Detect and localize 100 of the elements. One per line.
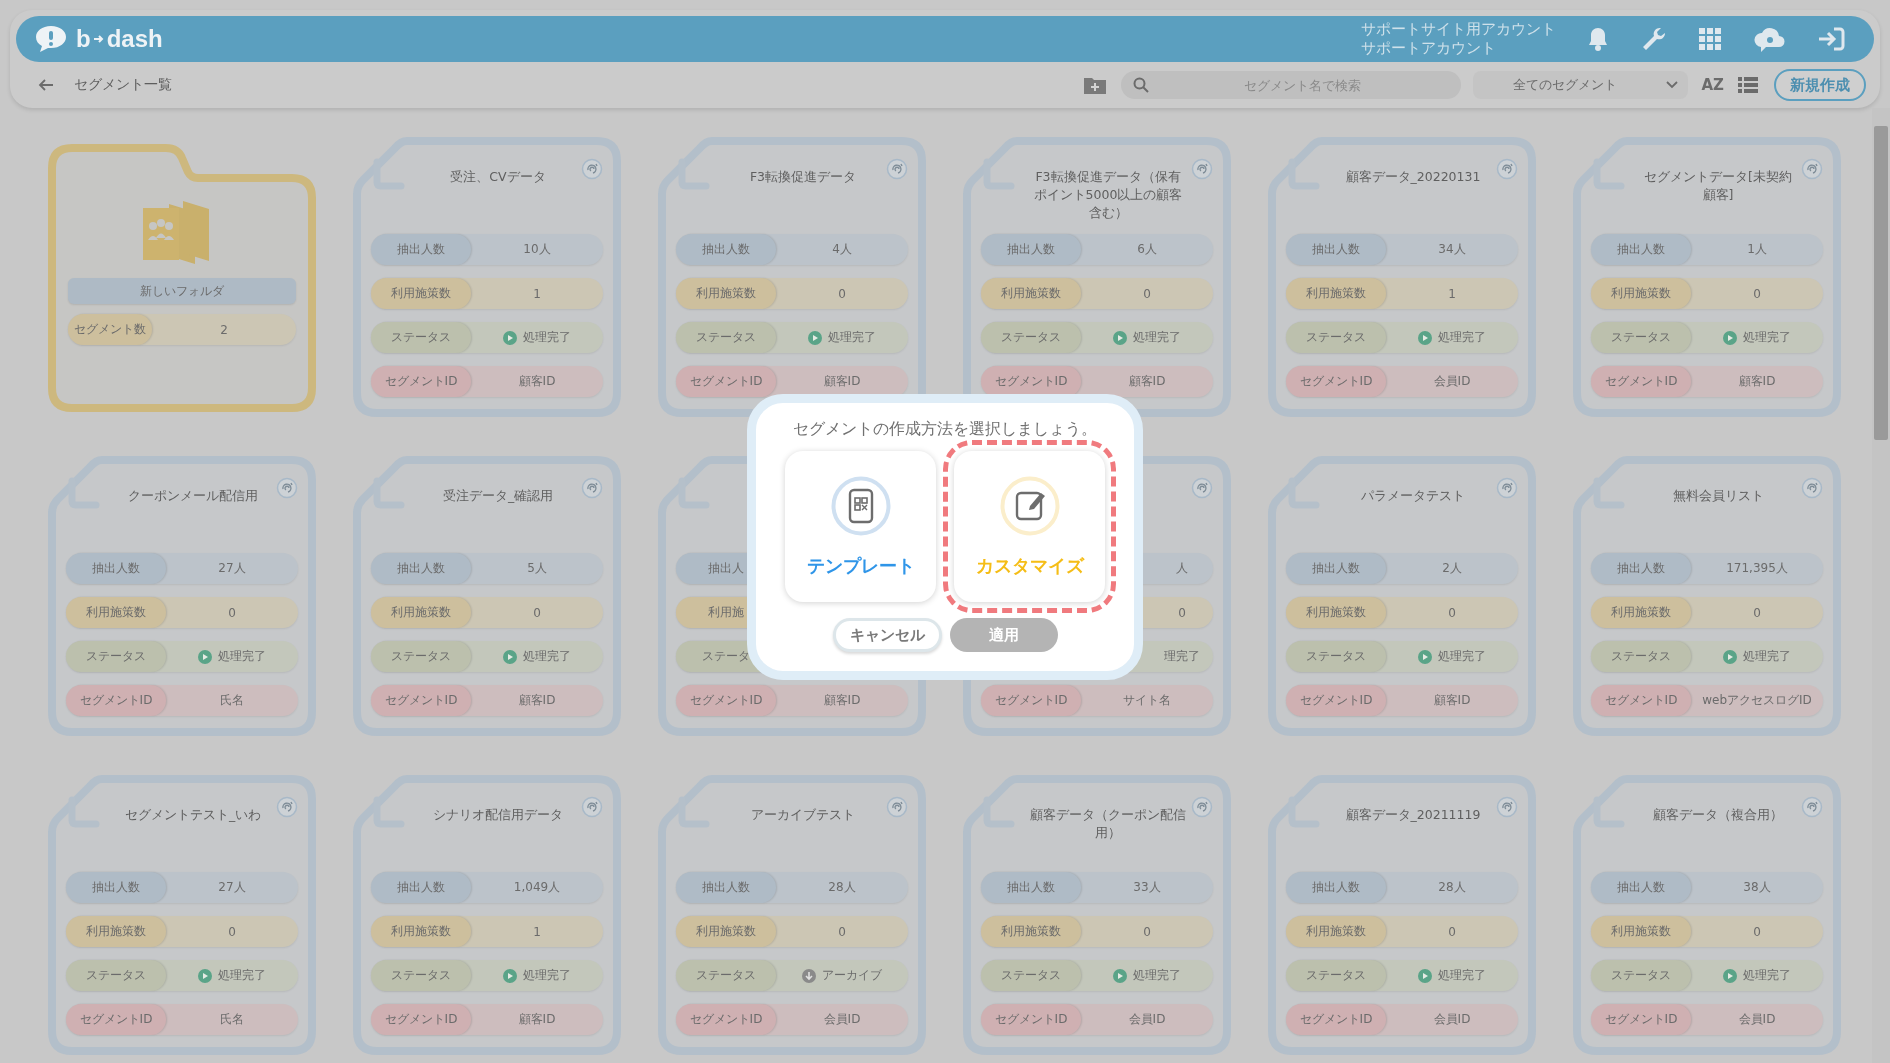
field-value: 顧客ID: [823, 373, 861, 390]
segment-card[interactable]: シナリオ配信用データ 抽出人数 1,049人 利用施策数 1 ステータス 処理完了 セグメントID 顧客ID: [351, 774, 623, 1057]
card-title: シナリオ配信用データ: [432, 806, 564, 824]
new-button[interactable]: 新規作成: [1774, 69, 1866, 101]
field-value: 処理完了: [1133, 967, 1181, 984]
field-label: セグメント数: [68, 314, 152, 345]
field-value: 0: [1753, 924, 1761, 939]
segment-card[interactable]: 受注データ_確認用 抽出人数 5人 利用施策数 0 ステータス 処理完了 セグメントID 顧客ID: [351, 455, 623, 738]
field-value: 0: [1448, 924, 1456, 939]
segment-card[interactable]: F3転換促進データ 抽出人数 4人 利用施策数 0 ステータス 処理完了 セグメントID 顧客ID: [656, 136, 928, 419]
field-value: 処理完了: [1743, 329, 1791, 346]
field-label: セグメントID: [1286, 685, 1386, 716]
option-card[interactable]: テンプレート: [785, 451, 936, 602]
field-label: ステータス: [371, 960, 471, 991]
field-value: 処理完了: [218, 967, 266, 984]
field-label: セグメントID: [1286, 1004, 1386, 1035]
card-title: 無料会員リスト: [1671, 487, 1765, 505]
segment-card[interactable]: 顧客データ（複合用） 抽出人数 38人 利用施策数 0 ステータス 処理完了 セグメントID 会員ID: [1571, 774, 1843, 1057]
field-label: ステータス: [1591, 960, 1691, 991]
cancel-button[interactable]: キャンセル: [832, 618, 942, 652]
field-label: 利用施策数: [1591, 597, 1691, 628]
field-label: 利用施策数: [676, 278, 776, 309]
field-label: セグメントID: [371, 685, 471, 716]
segment-card[interactable]: 受注、CVデータ 抽出人数 10人 利用施策数 1 ステータス 処理完了 セグメントID 顧客ID: [351, 136, 623, 419]
field-value: 会員ID: [1433, 1011, 1471, 1028]
field-value: 顧客ID: [518, 1011, 556, 1028]
sort-button[interactable]: AZ: [1695, 76, 1730, 94]
field-value: 処理完了: [523, 329, 571, 346]
field-value: 1: [533, 924, 541, 939]
field-label: 抽出人数: [1591, 872, 1691, 903]
field-value: 27人: [218, 879, 246, 896]
filter-dropdown[interactable]: 全てのセグメント: [1472, 71, 1688, 99]
field-value: 28人: [828, 879, 856, 896]
field-value: 処理完了: [523, 648, 571, 665]
field-value: 処理完了: [1743, 967, 1791, 984]
field-value: 1: [533, 286, 541, 301]
segment-card[interactable]: クーポンメール配信用 抽出人数 27人 利用施策数 0 ステータス 処理完了 セグメントID 氏名: [46, 455, 318, 738]
card-title: 受注、CVデータ: [449, 168, 547, 186]
field-label: 抽出人数: [1591, 553, 1691, 584]
field-label: 利用施策数: [1286, 597, 1386, 628]
field-label: セグメントID: [1591, 366, 1691, 397]
segment-card[interactable]: F3転換促進データ（保有ポイント5000以上の顧客含む） 抽出人数 6人 利用施策数 0 ステータス 処理完了 セグメントID 顧客ID: [961, 136, 1233, 419]
field-value: 27人: [218, 560, 246, 577]
field-value: 0: [228, 605, 236, 620]
field-value: 顧客ID: [518, 692, 556, 709]
field-label: 抽出人数: [676, 872, 776, 903]
field-value: 1: [1448, 286, 1456, 301]
field-label: ステータス: [1286, 641, 1386, 672]
logo-text: b: [76, 25, 91, 53]
field-value: 処理完了: [523, 967, 571, 984]
account-name: サポートアカウント: [1361, 39, 1497, 58]
segment-card[interactable]: 顧客データ_20211119 抽出人数 28人 利用施策数 0 ステータス 処理完了 セグメントID 会員ID: [1266, 774, 1538, 1057]
segment-card[interactable]: アーカイブテスト 抽出人数 28人 利用施策数 0 ステータス アーカイブ セグメントID 会員ID: [656, 774, 928, 1057]
folder-card[interactable]: 新しいフォルダ セグメント数 2: [46, 142, 318, 414]
field-value: 処理完了: [828, 329, 876, 346]
field-label: ステータス: [1286, 322, 1386, 353]
field-value: 0: [1753, 605, 1761, 620]
field-label: 抽出人数: [981, 234, 1081, 265]
field-label: 利用施策数: [676, 916, 776, 947]
field-value: 氏名: [220, 1011, 244, 1028]
field-label: セグメントID: [66, 1004, 166, 1035]
field-label: 利用施策数: [981, 916, 1081, 947]
field-label: 利用施策数: [371, 278, 471, 309]
field-value: 処理完了: [1133, 329, 1181, 346]
field-label: 抽出人数: [371, 553, 471, 584]
field-value: 氏名: [220, 692, 244, 709]
field-label: ステータス: [371, 322, 471, 353]
field-label: 抽出人数: [676, 234, 776, 265]
segment-card[interactable]: 顧客データ_20220131 抽出人数 34人 利用施策数 1 ステータス 処理完了 セグメントID 会員ID: [1266, 136, 1538, 419]
field-value: 1,049人: [513, 879, 561, 896]
field-value: 会員ID: [1128, 1011, 1166, 1028]
segment-card[interactable]: セグメントテスト_いわ 抽出人数 27人 利用施策数 0 ステータス 処理完了 セグメントID 氏名: [46, 774, 318, 1057]
field-label: ステータス: [676, 322, 776, 353]
folder-name: 新しいフォルダ: [68, 278, 296, 304]
field-label: セグメントID: [676, 1004, 776, 1035]
card-title: セグメントデータ[未契約顧客]: [1643, 168, 1793, 204]
field-label: 抽出人数: [1286, 234, 1386, 265]
card-title: 受注データ_確認用: [441, 487, 555, 505]
field-label: セグメントID: [981, 1004, 1081, 1035]
field-value: 顧客ID: [1433, 692, 1471, 709]
field-label: 利用施策数: [66, 916, 166, 947]
card-title: 顧客データ_20220131: [1344, 168, 1482, 186]
segment-card[interactable]: セグメントデータ[未契約顧客] 抽出人数 1人 利用施策数 0 ステータス 処理完了 セグメントID 顧客ID: [1571, 136, 1843, 419]
field-label: 抽出人数: [1286, 872, 1386, 903]
field-value: 38人: [1743, 879, 1771, 896]
field-label: 利用施策数: [1286, 278, 1386, 309]
segment-card[interactable]: 顧客データ（クーポン配信用） 抽出人数 33人 利用施策数 0 ステータス 処理完了 セグメントID 会員ID: [961, 774, 1233, 1057]
segment-card[interactable]: 無料会員リスト 抽出人数 171,395人 利用施策数 0 ステータス 処理完了 セグメントID webアクセスログID: [1571, 455, 1843, 738]
field-value: 理完了: [1164, 648, 1200, 665]
field-value: 会員ID: [823, 1011, 861, 1028]
field-value: 顧客ID: [1738, 373, 1776, 390]
segment-card[interactable]: パラメータテスト 抽出人数 2人 利用施策数 0 ステータス 処理完了 セグメントID 顧客ID: [1266, 455, 1538, 738]
field-label: セグメントID: [1286, 366, 1386, 397]
card-title: 顧客データ（クーポン配信用）: [1029, 806, 1187, 842]
logo-text: dash: [106, 25, 163, 53]
field-label: セグメントID: [676, 366, 776, 397]
field-label: 利用施策数: [1591, 278, 1691, 309]
field-label: 抽出人数: [371, 872, 471, 903]
field-value: 0: [1143, 924, 1151, 939]
field-value: 0: [1143, 286, 1151, 301]
